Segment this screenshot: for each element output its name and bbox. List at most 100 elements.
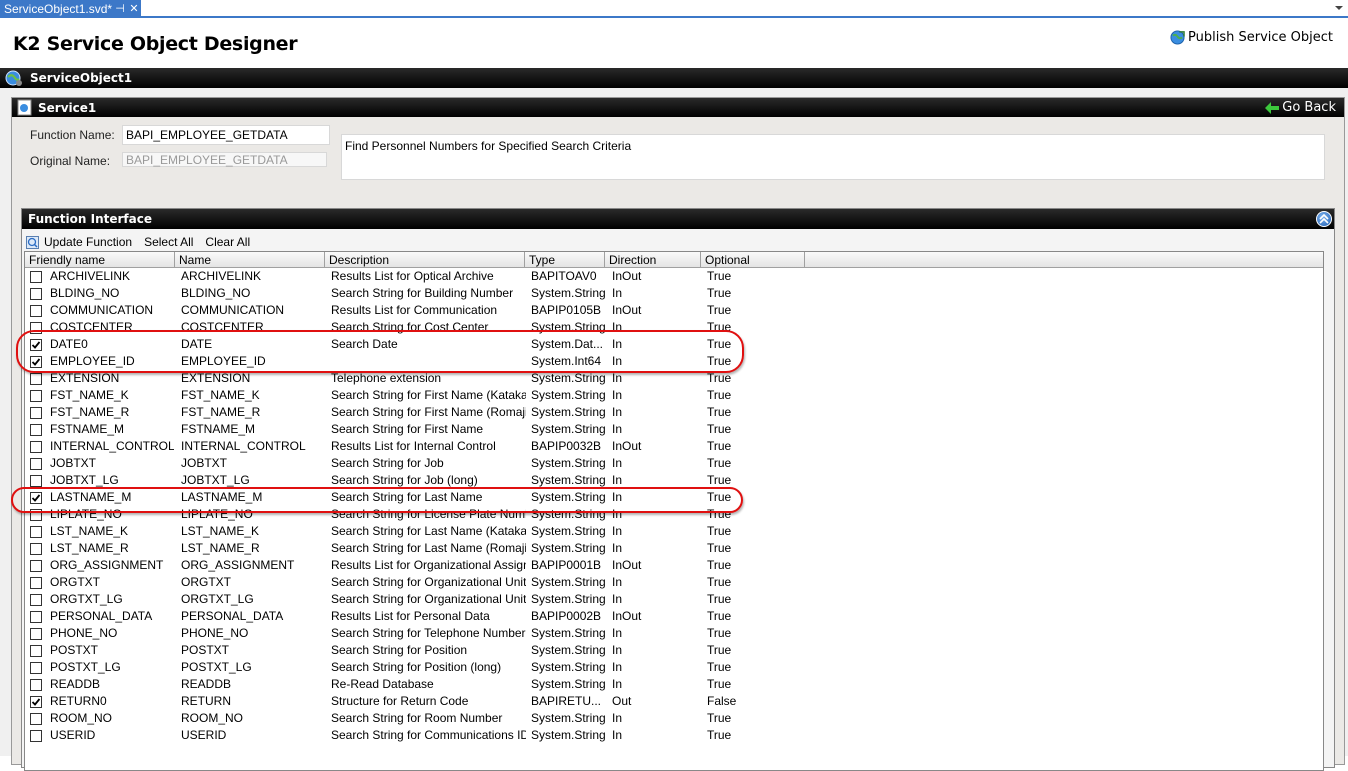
row-checkbox[interactable] bbox=[30, 373, 42, 385]
description-cell: Search String for Cost Center bbox=[331, 320, 489, 334]
update-function-button[interactable]: Update Function bbox=[26, 235, 132, 249]
table-row[interactable]: POSTXT POSTXT Search String for Position Sy… bbox=[25, 642, 1323, 659]
row-checkbox[interactable] bbox=[30, 492, 42, 504]
optional-cell: True bbox=[707, 609, 732, 623]
direction-cell: In bbox=[612, 473, 623, 487]
function-description-field[interactable]: Find Personnel Numbers for Specified Sea… bbox=[341, 134, 1325, 180]
table-row[interactable]: POSTXT_LG POSTXT_LG Search String for Posi… bbox=[25, 659, 1323, 676]
table-row[interactable]: DATE0 DATE Search Date System.Dat... In True bbox=[25, 336, 1323, 353]
table-row[interactable]: JOBTXT JOBTXT Search String for Job System.… bbox=[25, 455, 1323, 472]
table-row[interactable]: ROOM_NO ROOM_NO Search String for Room Num… bbox=[25, 710, 1323, 727]
optional-cell: True bbox=[707, 558, 732, 572]
checkmark-icon bbox=[31, 698, 41, 706]
table-row[interactable]: LST_NAME_R LST_NAME_R Search String for La… bbox=[25, 540, 1323, 557]
table-row[interactable]: LIPLATE_NO LIPLATE_NO Search String for Li… bbox=[25, 506, 1323, 523]
table-row[interactable]: ORG_ASSIGNMENT ORG_ASSIGNMENT Results List… bbox=[25, 557, 1323, 574]
row-checkbox[interactable] bbox=[30, 407, 42, 419]
row-checkbox[interactable] bbox=[30, 713, 42, 725]
table-row[interactable]: RETURN0 RETURN Structure for Return Code BA… bbox=[25, 693, 1323, 710]
table-row[interactable]: READDB READDB Re-Read Database System.Strin… bbox=[25, 676, 1323, 693]
table-row[interactable]: ORGTXT_LG ORGTXT_LG Search String for Orga… bbox=[25, 591, 1323, 608]
table-row[interactable]: USERID USERID Search String for Communicat… bbox=[25, 727, 1323, 744]
row-checkbox[interactable] bbox=[30, 543, 42, 555]
document-tab-strip: ServiceObject1.svd* ⊣ ✕ bbox=[0, 0, 1348, 18]
column-header-description[interactable]: Description bbox=[325, 252, 525, 268]
table-row[interactable]: LASTNAME_M LASTNAME_M Search String for La… bbox=[25, 489, 1323, 506]
row-checkbox[interactable] bbox=[30, 696, 42, 708]
table-row[interactable]: COSTCENTER COSTCENTER Search String for Co… bbox=[25, 319, 1323, 336]
pin-icon[interactable]: ⊣ bbox=[113, 0, 127, 18]
row-checkbox[interactable] bbox=[30, 322, 42, 334]
chevron-down-icon[interactable] bbox=[1334, 3, 1344, 13]
table-row[interactable]: EMPLOYEE_ID EMPLOYEE_ID System.Int64 In True bbox=[25, 353, 1323, 370]
table-row[interactable]: LST_NAME_K LST_NAME_K Search String for La… bbox=[25, 523, 1323, 540]
row-checkbox[interactable] bbox=[30, 305, 42, 317]
table-row[interactable]: INTERNAL_CONTROL INTERNAL_CONTROL Results … bbox=[25, 438, 1323, 455]
row-checkbox[interactable] bbox=[30, 271, 42, 283]
optional-cell: True bbox=[707, 507, 732, 521]
table-row[interactable]: BLDING_NO BLDING_NO Search String for Buil… bbox=[25, 285, 1323, 302]
name-cell: ARCHIVELINK bbox=[181, 269, 262, 283]
row-checkbox[interactable] bbox=[30, 475, 42, 487]
row-checkbox[interactable] bbox=[30, 509, 42, 521]
close-icon[interactable]: ✕ bbox=[127, 0, 141, 18]
type-cell: System.String bbox=[531, 422, 605, 436]
row-checkbox[interactable] bbox=[30, 730, 42, 742]
table-row[interactable]: FST_NAME_K FST_NAME_K Search String for Fi… bbox=[25, 387, 1323, 404]
table-row[interactable]: ORGTXT ORGTXT Search String for Organizati… bbox=[25, 574, 1323, 591]
column-header-name[interactable]: Name bbox=[175, 252, 325, 268]
row-checkbox[interactable] bbox=[30, 560, 42, 572]
direction-cell: In bbox=[612, 643, 623, 657]
row-checkbox[interactable] bbox=[30, 424, 42, 436]
description-cell: Telephone extension bbox=[331, 371, 442, 385]
publish-service-object-button[interactable]: Publish Service Object bbox=[1170, 30, 1333, 45]
friendly-name-cell: PERSONAL_DATA bbox=[50, 609, 153, 623]
name-cell: COSTCENTER bbox=[181, 320, 264, 334]
column-header-direction[interactable]: Direction bbox=[605, 252, 701, 268]
table-row[interactable]: FSTNAME_M FSTNAME_M Search String for Firs… bbox=[25, 421, 1323, 438]
column-header-optional[interactable]: Optional bbox=[701, 252, 805, 268]
row-checkbox[interactable] bbox=[30, 611, 42, 623]
row-checkbox[interactable] bbox=[30, 679, 42, 691]
row-checkbox[interactable] bbox=[30, 628, 42, 640]
select-all-button[interactable]: Select All bbox=[144, 235, 193, 249]
optional-cell: True bbox=[707, 303, 732, 317]
go-back-button[interactable]: Go Back bbox=[1265, 100, 1336, 115]
clear-all-button[interactable]: Clear All bbox=[205, 235, 250, 249]
friendly-name-cell: ROOM_NO bbox=[50, 711, 113, 725]
row-checkbox[interactable] bbox=[30, 662, 42, 674]
row-checkbox[interactable] bbox=[30, 577, 42, 589]
table-row[interactable]: JOBTXT_LG JOBTXT_LG Search String for Job … bbox=[25, 472, 1323, 489]
table-row[interactable]: PHONE_NO PHONE_NO Search String for Teleph… bbox=[25, 625, 1323, 642]
row-checkbox[interactable] bbox=[30, 390, 42, 402]
row-checkbox[interactable] bbox=[30, 645, 42, 657]
row-checkbox[interactable] bbox=[30, 356, 42, 368]
table-row[interactable]: EXTENSION EXTENSION Telephone extension Sys… bbox=[25, 370, 1323, 387]
row-checkbox[interactable] bbox=[30, 594, 42, 606]
column-header-type[interactable]: Type bbox=[525, 252, 605, 268]
type-cell: System.String bbox=[531, 320, 605, 334]
collapse-button[interactable] bbox=[1316, 211, 1332, 227]
row-checkbox[interactable] bbox=[30, 526, 42, 538]
document-tab[interactable]: ServiceObject1.svd* ⊣ ✕ bbox=[0, 0, 141, 18]
table-row[interactable]: PERSONAL_DATA PERSONAL_DATA Results List f… bbox=[25, 608, 1323, 625]
name-cell: POSTXT_LG bbox=[181, 660, 252, 674]
row-checkbox[interactable] bbox=[30, 458, 42, 470]
name-cell: INTERNAL_CONTROL bbox=[181, 439, 306, 453]
name-cell: FSTNAME_M bbox=[181, 422, 256, 436]
row-checkbox[interactable] bbox=[30, 288, 42, 300]
row-checkbox[interactable] bbox=[30, 339, 42, 351]
column-header-friendly-name[interactable]: Friendly name bbox=[25, 252, 175, 268]
optional-cell: True bbox=[707, 456, 732, 470]
friendly-name-cell: FST_NAME_K bbox=[50, 388, 129, 402]
table-row[interactable]: ARCHIVELINK ARCHIVELINK Results List for O… bbox=[25, 268, 1323, 285]
description-cell: Results List for Personal Data bbox=[331, 609, 490, 623]
row-checkbox[interactable] bbox=[30, 441, 42, 453]
name-cell: ORGTXT bbox=[181, 575, 231, 589]
optional-cell: False bbox=[707, 694, 737, 708]
service-name: Service1 bbox=[38, 100, 97, 115]
table-row[interactable]: FST_NAME_R FST_NAME_R Search String for Fi… bbox=[25, 404, 1323, 421]
name-cell: BLDING_NO bbox=[181, 286, 251, 300]
table-row[interactable]: COMMUNICATION COMMUNICATION Results List f… bbox=[25, 302, 1323, 319]
function-name-field[interactable]: BAPI_EMPLOYEE_GETDATA bbox=[122, 125, 330, 145]
